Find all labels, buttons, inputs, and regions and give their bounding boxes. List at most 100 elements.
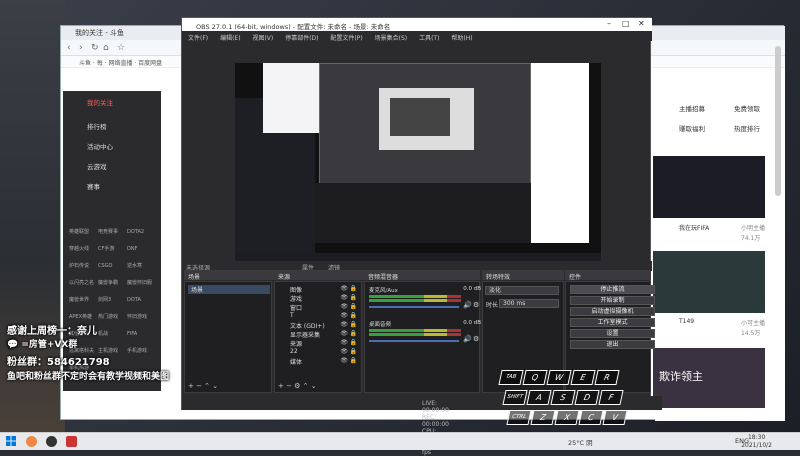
free-button[interactable]: 免费领取 xyxy=(734,103,760,113)
studio-mode-button[interactable]: 工作室模式 xyxy=(570,318,655,327)
transition-select[interactable]: 淡化 xyxy=(485,286,559,295)
source-item[interactable]: 文本 (GDI+) 👁 🔒 xyxy=(278,321,360,330)
source-item[interactable]: 媒体 👁 🔒 xyxy=(278,357,360,366)
eye-icon[interactable]: 👁 xyxy=(340,312,348,319)
minimize-icon[interactable]: – xyxy=(607,19,611,28)
duration-input[interactable]: 300 ms xyxy=(499,299,559,308)
category-link[interactable]: CSGO xyxy=(98,261,127,273)
exit-button[interactable]: 退出 xyxy=(570,340,655,349)
browser-icon[interactable] xyxy=(26,436,37,447)
speaker-icon[interactable]: 🔊 xyxy=(463,301,472,309)
eye-icon[interactable]: 👁 xyxy=(340,330,348,337)
menu-view[interactable]: 视图(V) xyxy=(252,35,273,42)
card-title[interactable]: T149 xyxy=(679,318,694,325)
category-link[interactable]: 炉石传说 xyxy=(69,261,98,273)
lock-icon[interactable]: 🔒 xyxy=(350,330,357,337)
menu-help[interactable]: 帮助(H) xyxy=(451,35,472,42)
category-link[interactable]: 逆水寒 xyxy=(127,261,156,273)
category-link[interactable]: 以闪亮之名 xyxy=(69,278,98,290)
menu-file[interactable]: 文件(F) xyxy=(188,35,208,42)
menu-scenes[interactable]: 场景集合(S) xyxy=(375,35,408,42)
stream-thumbnail[interactable] xyxy=(653,251,765,313)
refresh-icon[interactable]: ↻ xyxy=(91,43,99,53)
source-item[interactable]: T 👁 🔒 xyxy=(278,312,360,321)
category-link[interactable]: 魔兽争霸 xyxy=(98,278,127,290)
eye-icon[interactable]: 👁 xyxy=(340,303,348,310)
category-link[interactable]: 剑网3 xyxy=(98,295,127,307)
volume-slider[interactable] xyxy=(369,306,459,308)
category-link[interactable]: 魔兽怀旧服 xyxy=(127,278,156,290)
windows-start-icon[interactable] xyxy=(6,436,16,446)
category-link[interactable]: 电竞赛事 xyxy=(98,227,127,239)
menu-profile[interactable]: 配置文件(P) xyxy=(330,35,362,42)
stream-thumbnail[interactable] xyxy=(653,156,765,218)
menu-edit[interactable]: 编辑(E) xyxy=(220,35,240,42)
category-link[interactable]: 机战 xyxy=(98,329,127,341)
category-link[interactable]: DOTA xyxy=(127,295,156,307)
lock-icon[interactable]: 🔒 xyxy=(350,339,357,346)
volume-slider[interactable] xyxy=(369,340,459,342)
hot-rank-button[interactable]: 热度排行 xyxy=(734,123,760,133)
eye-icon[interactable]: 👁 xyxy=(340,321,348,328)
lock-icon[interactable]: 🔒 xyxy=(350,321,357,328)
menu-docks[interactable]: 停靠部件(D) xyxy=(285,35,318,42)
category-link[interactable]: DNF xyxy=(127,244,156,256)
obs-icon[interactable] xyxy=(46,436,57,447)
category-link[interactable]: 穿越火线 xyxy=(69,244,98,256)
virtual-camera-button[interactable]: 启动虚拟摄像机 xyxy=(570,307,655,316)
maximize-icon[interactable]: □ xyxy=(622,19,630,28)
sidebar-item-follow[interactable]: 我的关注 xyxy=(63,97,161,109)
menu-tools[interactable]: 工具(T) xyxy=(419,35,439,42)
eye-icon[interactable]: 👁 xyxy=(340,285,348,292)
category-link[interactable]: 怀旧游戏 xyxy=(127,312,156,324)
category-link[interactable]: 魔兽世界 xyxy=(69,295,98,307)
welfare-button[interactable]: 赚取福利 xyxy=(679,123,705,133)
browser-tab[interactable]: 我的关注 - 斗鱼 xyxy=(75,28,124,38)
sidebar-item-events[interactable]: 活动中心 xyxy=(63,141,161,153)
eye-icon[interactable]: 👁 xyxy=(340,294,348,301)
source-item[interactable]: 窗口 👁 🔒 xyxy=(278,303,360,312)
source-item[interactable]: 来源 👁 🔒 xyxy=(278,339,360,348)
lock-icon[interactable]: 🔒 xyxy=(350,303,357,310)
card-title[interactable]: 我在玩FIFA xyxy=(679,223,709,232)
sidebar-item-cloudgame[interactable]: 云游戏 xyxy=(63,161,161,173)
category-link[interactable]: 热门游戏 xyxy=(98,312,127,324)
app-icon[interactable] xyxy=(66,436,77,447)
eye-icon[interactable]: 👁 xyxy=(340,339,348,346)
lock-icon[interactable]: 🔒 xyxy=(350,348,357,355)
category-link[interactable]: 英雄联盟 xyxy=(69,227,98,239)
obs-preview[interactable] xyxy=(235,63,601,268)
category-link[interactable]: 手机游戏 xyxy=(127,346,156,358)
source-item[interactable]: 显示器采集 👁 🔒 xyxy=(278,330,360,339)
category-link[interactable]: CF手游 xyxy=(98,244,127,256)
weather-text[interactable]: 25°C 阴 xyxy=(568,437,593,447)
stream-thumbnail[interactable]: 欺诈领主 xyxy=(653,348,765,408)
scene-add-remove[interactable]: + − ⌃ ⌄ xyxy=(188,382,218,390)
close-icon[interactable]: ✕ xyxy=(638,19,645,28)
home-icon[interactable]: ⌂ xyxy=(103,43,109,53)
start-recording-button[interactable]: 开始录制 xyxy=(570,296,655,305)
back-icon[interactable]: ‹ xyxy=(67,43,71,53)
recruit-button[interactable]: 主播招募 xyxy=(679,103,705,113)
eye-icon[interactable]: 👁 xyxy=(340,357,348,364)
lock-icon[interactable]: 🔒 xyxy=(350,285,357,292)
lock-icon[interactable]: 🔒 xyxy=(350,357,357,364)
scrollbar[interactable] xyxy=(775,46,781,196)
settings-button[interactable]: 设置 xyxy=(570,329,655,338)
scene-item[interactable]: 场景 xyxy=(188,285,270,294)
gear-icon[interactable]: ⚙ xyxy=(473,301,479,309)
lock-icon[interactable]: 🔒 xyxy=(350,312,357,319)
source-add-remove[interactable]: + − ⚙ ⌃ ⌄ xyxy=(278,382,317,390)
stop-stream-button[interactable]: 停止推流 xyxy=(570,285,655,294)
sidebar-item-esports[interactable]: 赛事 xyxy=(63,181,161,193)
category-link[interactable]: DOTA2 xyxy=(127,227,156,239)
category-link[interactable]: FIFA xyxy=(127,329,156,341)
forward-icon[interactable]: › xyxy=(79,43,83,53)
source-item[interactable]: 22 👁 🔒 xyxy=(278,348,360,357)
star-icon[interactable]: ☆ xyxy=(117,43,125,53)
source-item[interactable]: 游戏 👁 🔒 xyxy=(278,294,360,303)
source-item[interactable]: 图像 👁 🔒 xyxy=(278,285,360,294)
gear-icon[interactable]: ⚙ xyxy=(473,335,479,343)
sidebar-item-rank[interactable]: 排行榜 xyxy=(63,121,161,133)
speaker-icon[interactable]: 🔊 xyxy=(463,335,472,343)
